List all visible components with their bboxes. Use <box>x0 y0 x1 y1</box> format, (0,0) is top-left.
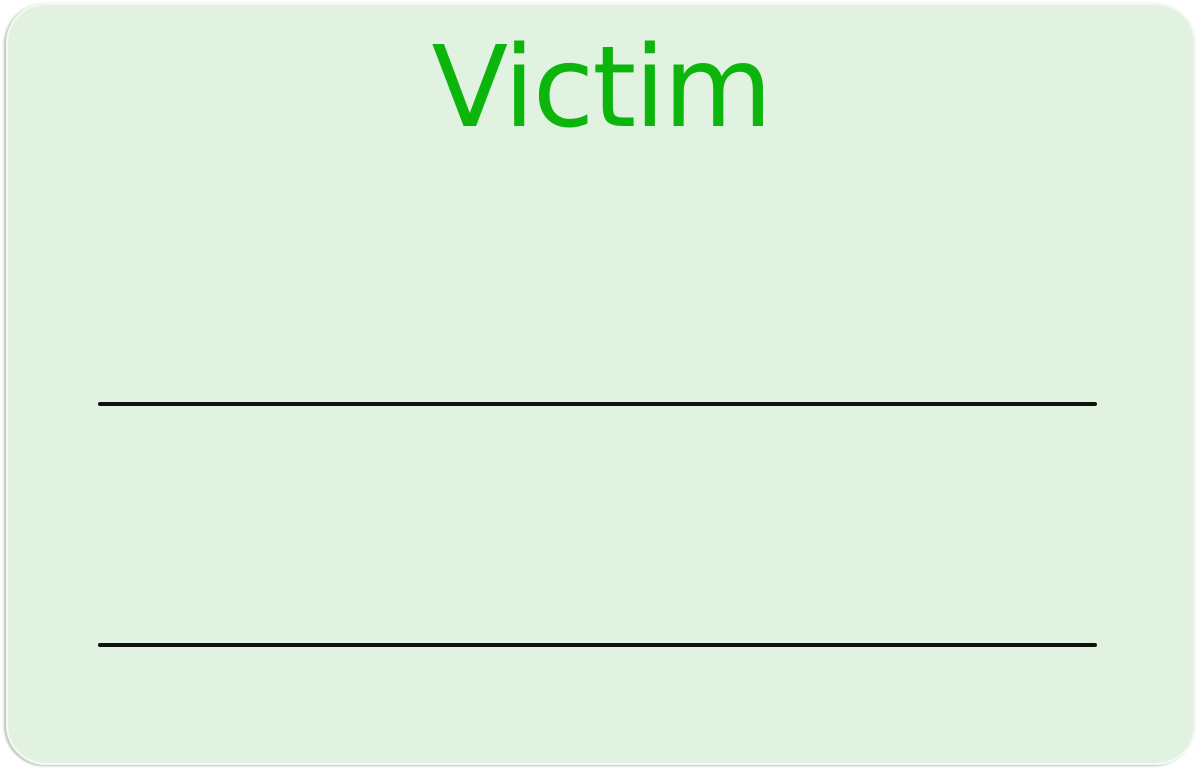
card-title: Victim <box>431 23 773 153</box>
blank-line-1 <box>98 402 1097 406</box>
victim-card: Victim <box>6 3 1196 765</box>
blank-line-2 <box>98 643 1097 647</box>
